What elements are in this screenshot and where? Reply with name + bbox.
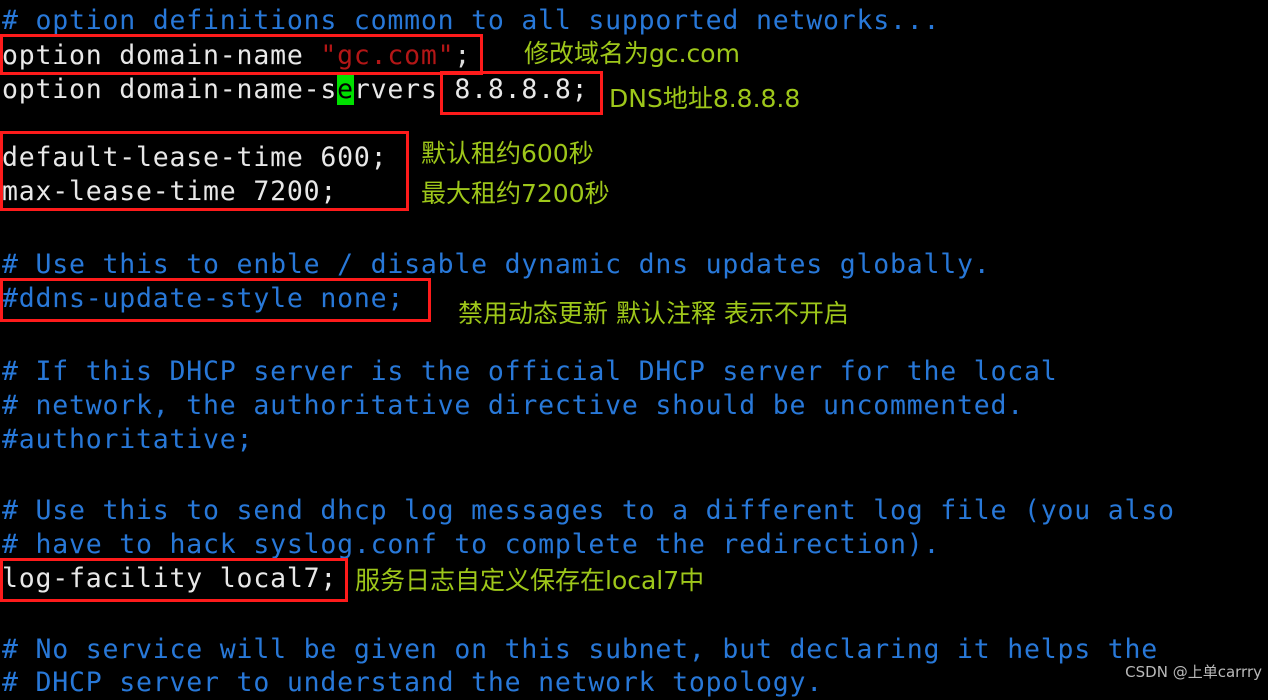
code-line-default-lease-time: default-lease-time 600; [2,142,388,173]
code-token-domain-name-servers-suffix: rvers 8.8.8.8; [353,74,589,105]
annotation-max-lease: 最大租约7200秒 [421,179,610,208]
csdn-watermark: CSDN @上单carrry [1125,663,1262,681]
annotation-dns-address: DNS地址8.8.8.8 [609,84,801,113]
code-line-ddns-update-style: #ddns-update-style none; [2,283,405,314]
code-line-authoritative-comment-1: # If this DHCP server is the official DH… [2,356,1058,387]
terminal-cursor[interactable]: e [337,74,354,105]
code-line-option-definitions-comment: # option definitions common to all suppo… [2,5,941,36]
code-token-option-domain-name: option domain-name [2,40,321,71]
terminal-screen: # option definitions common to all suppo… [0,0,1268,698]
code-line-option-domain-name-servers: option domain-name-servers 8.8.8.8; [2,73,588,107]
code-line-ddns-comment: # Use this to enble / disable dynamic dn… [2,249,991,280]
code-line-subnet-comment-1: # No service will be given on this subne… [2,634,1159,665]
code-line-option-domain-name: option domain-name "gc.com"; [2,39,471,73]
code-line-authoritative-comment-2: # network, the authoritative directive s… [2,390,1025,421]
code-line-log-facility: log-facility local7; [2,563,338,594]
code-token-semicolon: ; [454,40,472,71]
code-line-log-comment-1: # Use this to send dhcp log messages to … [2,495,1175,526]
annotation-log-facility: 服务日志自定义保存在local7中 [355,566,705,595]
annotation-ddns: 禁用动态更新 默认注释 表示不开启 [458,299,849,328]
code-line-authoritative: #authoritative; [2,424,254,455]
annotation-domain-name: 修改域名为gc.com [524,39,740,68]
code-line-subnet-comment-2: # DHCP server to understand the network … [2,667,823,698]
code-token-domain-name-servers-prefix: option domain-name-s [2,74,338,105]
code-token-domain-value: "gc.com" [320,40,455,71]
code-line-log-comment-2: # have to hack syslog.conf to complete t… [2,529,941,560]
code-line-max-lease-time: max-lease-time 7200; [2,176,338,207]
annotation-default-lease: 默认租约600秒 [421,139,594,168]
